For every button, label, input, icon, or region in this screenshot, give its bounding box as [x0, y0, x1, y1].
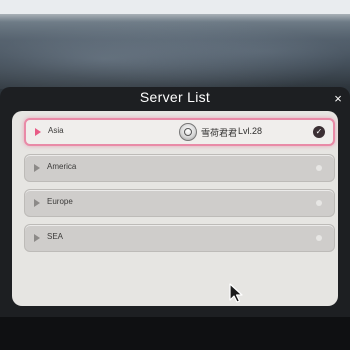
mouse-cursor-icon: [229, 283, 243, 303]
avatar-icon: [179, 123, 197, 141]
server-row-asia[interactable]: Asia 雪荷君君 Lvl.28 ✓: [24, 118, 335, 146]
arrow-icon: [34, 164, 40, 172]
dot-icon: [316, 235, 322, 241]
server-row-america[interactable]: America: [24, 154, 335, 182]
server-name: Asia: [48, 126, 64, 135]
background-haze: [0, 14, 350, 89]
dot-icon: [316, 200, 322, 206]
player-level: Lvl.28: [238, 126, 263, 136]
dot-icon: [316, 165, 322, 171]
panel-title: Server List: [139, 89, 211, 105]
server-name: America: [47, 162, 77, 171]
close-button[interactable]: ×: [330, 91, 346, 107]
game-screen: Server List × Asia 雪荷君君 Lvl.28 ✓ America…: [0, 0, 350, 350]
arrow-icon: [34, 234, 40, 242]
check-icon: ✓: [313, 126, 325, 138]
bottom-dark-bar: [0, 317, 350, 350]
server-name: SEA: [47, 232, 64, 241]
player-name: 雪荷君君: [201, 128, 238, 138]
arrow-icon: [34, 199, 40, 207]
server-row-sea[interactable]: SEA: [24, 224, 335, 252]
arrow-icon: [35, 128, 41, 136]
server-row-europe[interactable]: Europe: [24, 189, 335, 217]
server-name: Europe: [47, 197, 73, 206]
top-light-strip: [0, 0, 350, 14]
